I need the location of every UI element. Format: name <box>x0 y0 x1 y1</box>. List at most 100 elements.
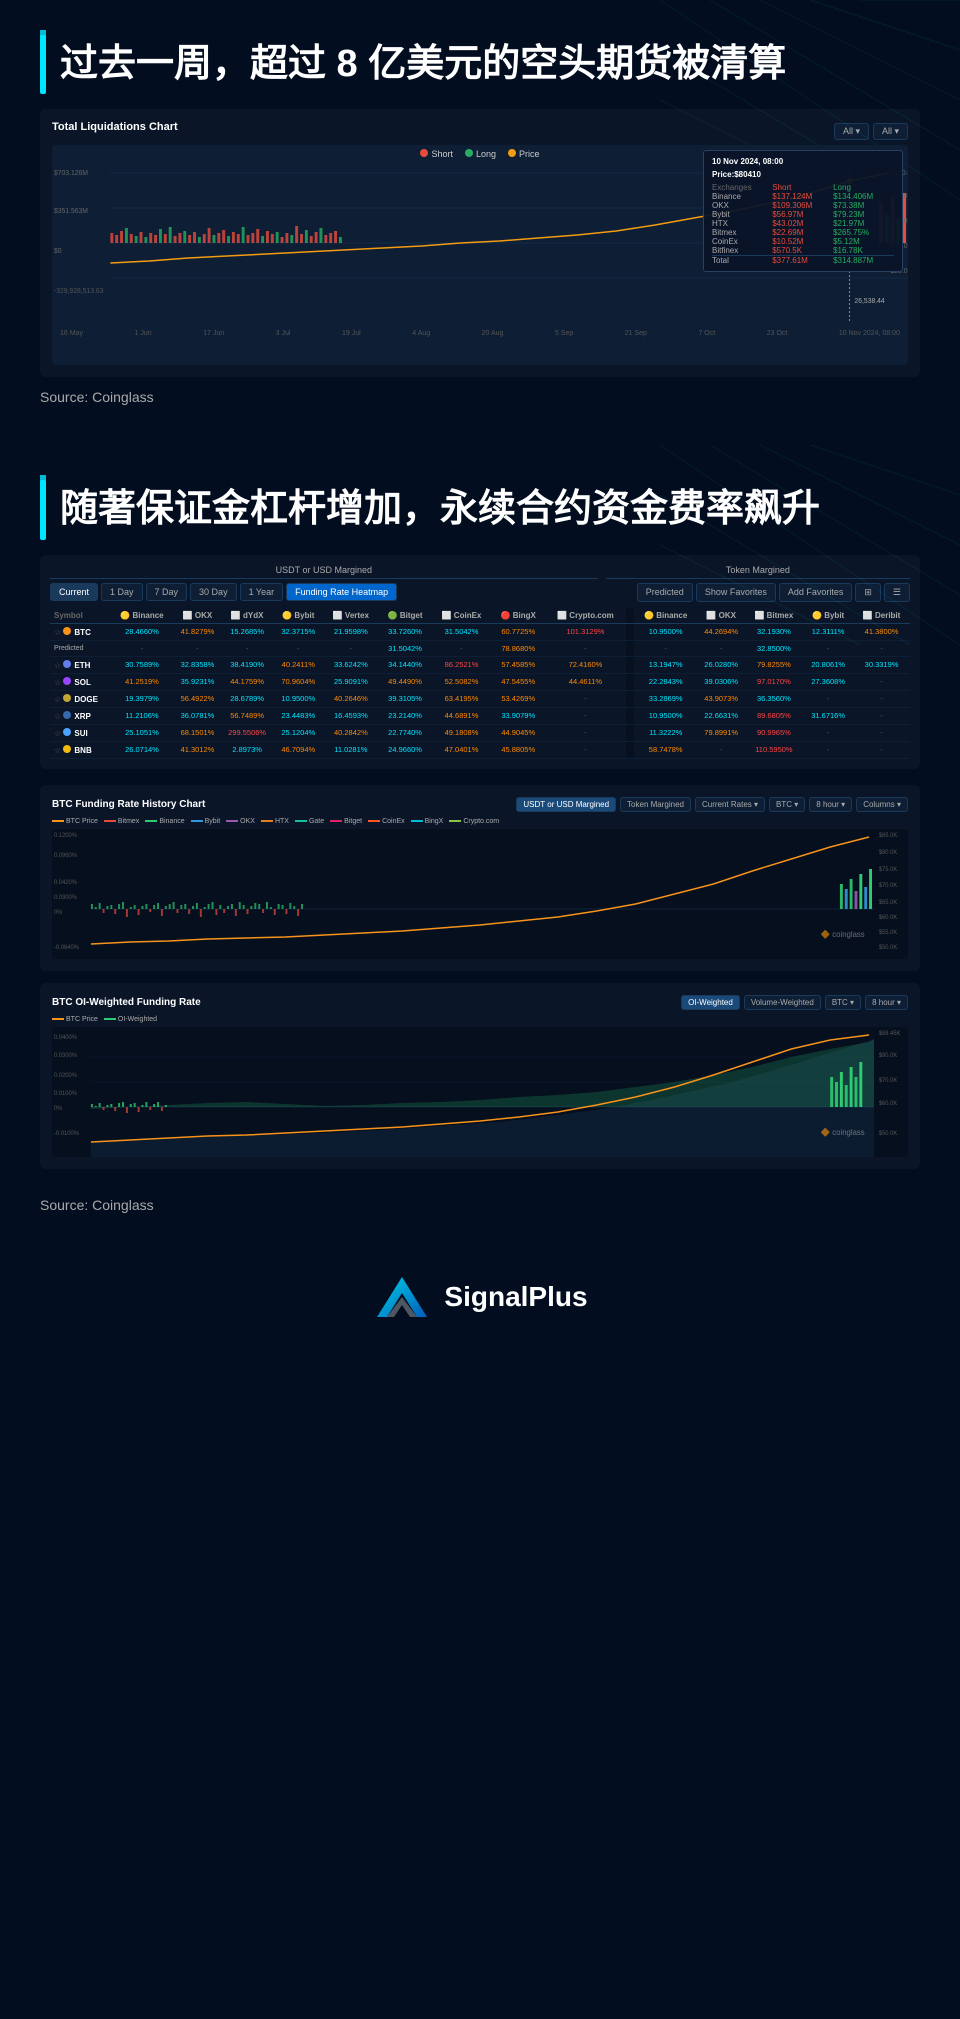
ctrl-btc[interactable]: BTC ▾ <box>769 797 805 812</box>
rate-cell: 33.6242% <box>323 656 378 673</box>
liquidation-chart-container: Total Liquidations Chart All ▾ All ▾ Sho… <box>40 109 920 377</box>
x-label: 7 Oct <box>698 330 715 337</box>
svg-text:$70.0K: $70.0K <box>879 1078 898 1084</box>
rate-cell-right: 10.9500% <box>634 707 698 724</box>
tab-heatmap[interactable]: Funding Rate Heatmap <box>286 583 397 601</box>
funding-chart-title: BTC Funding Rate History Chart <box>52 799 205 810</box>
rate-cell: 72.4160% <box>545 656 626 673</box>
rate-cell: 49.4490% <box>378 673 431 690</box>
table-row: ☆ BNB26.0714%41.3012%2.8973%46.7094%11.0… <box>50 741 910 758</box>
liq-chart-title: Total Liquidations Chart <box>52 121 178 133</box>
tab-current[interactable]: Current <box>50 583 98 601</box>
rate-cell: 32.3715% <box>273 623 323 640</box>
rate-cell-right: 30.3319% <box>853 656 910 673</box>
rate-cell: - <box>221 640 273 656</box>
x-label: 10 Nov 2024, 08:00 <box>839 330 900 337</box>
svg-text:0.0200%: 0.0200% <box>54 1073 78 1079</box>
rate-cell: - <box>545 707 626 724</box>
rate-cell-right: 89.6805% <box>745 707 803 724</box>
col-crypto: ⬜ Crypto.com <box>545 608 626 624</box>
oi-chart-title: BTC OI-Weighted Funding Rate <box>52 997 201 1008</box>
rate-cell: 31.5042% <box>378 640 431 656</box>
ctrl-columns[interactable]: Columns ▾ <box>856 797 908 812</box>
rate-cell: 86.2521% <box>432 656 491 673</box>
ctrl-current-rates[interactable]: Current Rates ▾ <box>695 797 765 812</box>
rate-cell: - <box>432 640 491 656</box>
btc-funding-chart: BTC Funding Rate History Chart USDT or U… <box>40 785 920 971</box>
rate-cell: 44.4611% <box>545 673 626 690</box>
ctrl-8hour[interactable]: 8 hour ▾ <box>809 797 852 812</box>
col-okx-l: ⬜ OKX <box>174 608 221 624</box>
ctrl-oi-btc[interactable]: BTC ▾ <box>825 995 861 1010</box>
ctrl-oi-8hour[interactable]: 8 hour ▾ <box>865 995 908 1010</box>
rate-cell-right: - <box>853 673 910 690</box>
rate-cell: 23.2140% <box>378 707 431 724</box>
svg-text:$75.0K: $75.0K <box>879 867 898 873</box>
rate-cell: - <box>545 724 626 741</box>
liquidation-chart: Short Long Price $703.126M $351.563M $0 … <box>52 145 908 365</box>
rate-cell: 28.4660% <box>110 623 174 640</box>
rate-cell: - <box>323 640 378 656</box>
oi-legend: BTC Price OI-Weighted <box>52 1016 908 1023</box>
rate-cell: 68.1501% <box>174 724 221 741</box>
rate-cell-right: 58.7478% <box>634 741 698 758</box>
table-row: ☆ SUI25.1051%68.1501%299.5506%25.1204%40… <box>50 724 910 741</box>
x-label: 16 May <box>60 330 83 337</box>
x-label: 1 Jun <box>134 330 151 337</box>
rate-cell: 56.4922% <box>174 690 221 707</box>
symbol-cell: ☆ SOL <box>50 673 110 690</box>
tab-7day[interactable]: 7 Day <box>146 583 188 601</box>
col-sep <box>626 608 634 624</box>
price-legend: Price <box>508 149 540 159</box>
rate-cell: 47.0401% <box>432 741 491 758</box>
rate-cell-right: - <box>853 741 910 758</box>
rate-cell: - <box>545 741 626 758</box>
rate-cell: - <box>545 640 626 656</box>
rate-cell: 2.8973% <box>221 741 273 758</box>
svg-text:0%: 0% <box>54 1106 63 1112</box>
tooltip-price: Price:$80410 <box>712 170 894 179</box>
rate-cell-right: 97.0170% <box>745 673 803 690</box>
x-label: 20 Aug <box>482 330 504 337</box>
rate-cell: - <box>273 640 323 656</box>
rate-cell: 25.9091% <box>323 673 378 690</box>
table-row: ☆ XRP11.2106%36.0781%56.7489%23.4483%16.… <box>50 707 910 724</box>
signalplus-logo <box>372 1273 432 1321</box>
rate-cell-right: 33.2869% <box>634 690 698 707</box>
symbol-cell: Predicted <box>50 640 110 656</box>
rate-cell: 70.9604% <box>273 673 323 690</box>
ctrl-oi-weighted[interactable]: OI-Weighted <box>681 995 740 1010</box>
svg-text:0.1200%: 0.1200% <box>54 833 78 839</box>
x-label: 19 Jul <box>342 330 361 337</box>
svg-text:$55.0K: $55.0K <box>879 930 898 936</box>
tab-1year[interactable]: 1 Year <box>240 583 284 601</box>
svg-text:-329,928,513.63: -329,928,513.63 <box>54 288 104 295</box>
rate-cell: 28.6789% <box>221 690 273 707</box>
ctrl-usdt-margined[interactable]: USDT or USD Margined <box>516 797 616 812</box>
tab-1day[interactable]: 1 Day <box>101 583 143 601</box>
rate-cell: 30.7589% <box>110 656 174 673</box>
rate-cell-right: 22.6631% <box>698 707 745 724</box>
footer: SignalPlus <box>0 1233 960 1361</box>
table-row: ☆ DOGE19.3979%56.4922%28.6789%10.9500%40… <box>50 690 910 707</box>
ctrl-volume-weighted[interactable]: Volume-Weighted <box>744 995 821 1010</box>
brand-name: SignalPlus <box>444 1281 587 1313</box>
rate-cell: 22.7740% <box>378 724 431 741</box>
rate-cell: 78.8680% <box>491 640 545 656</box>
rate-cell: 33.9079% <box>491 707 545 724</box>
rate-cell: 38.4190% <box>221 656 273 673</box>
svg-text:0.0300%: 0.0300% <box>54 895 78 901</box>
rate-cell-right: 31.6716% <box>803 707 853 724</box>
svg-text:$0: $0 <box>54 248 62 255</box>
ctrl-token-margined[interactable]: Token Margined <box>620 797 691 812</box>
col-dydx: ⬜ dYdX <box>221 608 273 624</box>
svg-text:0.0400%: 0.0400% <box>54 1035 78 1041</box>
rate-cell: 53.4269% <box>491 690 545 707</box>
funding-legend: BTC Price Bitmex Binance Bybit OKX HTX G… <box>52 818 908 825</box>
tab-30day[interactable]: 30 Day <box>190 583 237 601</box>
rate-cell: 40.2411% <box>273 656 323 673</box>
svg-text:-0.0100%: -0.0100% <box>54 1131 80 1137</box>
rate-cell: 40.2646% <box>323 690 378 707</box>
col-vertex: ⬜ Vertex <box>323 608 378 624</box>
svg-text:26,538.44: 26,538.44 <box>855 298 885 305</box>
